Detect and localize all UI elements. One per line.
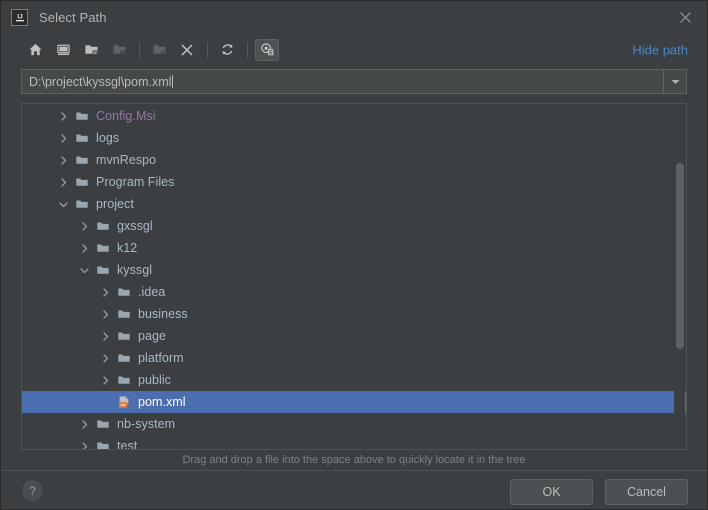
tree-row-label: page [138, 329, 167, 343]
folder-icon [114, 369, 133, 391]
desktop-button[interactable] [51, 39, 75, 61]
chevron-right-icon[interactable] [76, 215, 93, 237]
folder-icon [93, 413, 112, 435]
folder-icon [93, 215, 112, 237]
folder-icon [72, 193, 91, 215]
chevron-right-icon[interactable] [76, 237, 93, 259]
tree-row-label: public [138, 373, 171, 387]
delete-button[interactable] [175, 39, 199, 61]
home-button[interactable] [23, 39, 47, 61]
folder-icon [114, 303, 133, 325]
tree-row[interactable]: gxssgl [22, 215, 686, 237]
folder-icon [93, 237, 112, 259]
tree-row-label: business [138, 307, 188, 321]
tree-row-label: pom.xml [138, 395, 186, 409]
tree-row-label: Config.Msi [96, 109, 156, 123]
folder-icon [114, 281, 133, 303]
chevron-right-icon[interactable] [55, 171, 72, 193]
chevron-right-icon[interactable] [55, 149, 72, 171]
tree-scrollbar-thumb[interactable] [676, 163, 684, 349]
close-icon[interactable] [663, 1, 707, 33]
tree-row-label: k12 [117, 241, 138, 255]
cancel-button[interactable]: Cancel [605, 479, 688, 505]
toolbar-separator-1 [139, 41, 140, 58]
tree-row[interactable]: platform [22, 347, 686, 369]
tree-row[interactable]: Program Files [22, 171, 686, 193]
tree-row-label: project [96, 197, 134, 211]
tree-row[interactable]: kyssgl [22, 259, 686, 281]
tree-row[interactable]: business [22, 303, 686, 325]
chevron-right-icon[interactable] [97, 347, 114, 369]
file-tree-panel[interactable]: Config.Msi logs mvnRespo Program Files proje… [21, 103, 687, 450]
show-hidden-files-button[interactable] [255, 38, 279, 61]
new-folder-button [147, 39, 171, 61]
tree-row[interactable]: k12 [22, 237, 686, 259]
svg-text:IJ: IJ [17, 14, 23, 21]
folder-icon [93, 259, 112, 281]
hide-path-link[interactable]: Hide path [632, 42, 688, 57]
tree-row-label: mvnRespo [96, 153, 157, 167]
chevron-right-icon[interactable] [55, 105, 72, 127]
chevron-right-icon[interactable] [55, 127, 72, 149]
project-dir-button[interactable] [79, 39, 103, 61]
tree-scrollbar[interactable] [674, 105, 685, 448]
tree-row-label: kyssgl [117, 263, 153, 277]
dialog-footer: ? OK Cancel [1, 470, 707, 509]
svg-text:<>: <> [120, 403, 126, 409]
tree-row-label: Program Files [96, 175, 175, 189]
tree-row[interactable]: logs [22, 127, 686, 149]
chevron-right-icon[interactable] [97, 303, 114, 325]
chevron-right-icon[interactable] [97, 325, 114, 347]
help-button[interactable]: ? [22, 480, 43, 501]
tree-row[interactable]: page [22, 325, 686, 347]
folder-icon [72, 105, 91, 127]
text-caret [172, 74, 174, 88]
chevron-right-icon[interactable] [76, 413, 93, 435]
tree-row[interactable]: <> pom.xml [22, 391, 686, 413]
chevron-right-icon[interactable] [76, 435, 93, 449]
path-combobox[interactable]: D:\project\kyssgl\pom.xml [21, 69, 687, 94]
folder-icon [72, 149, 91, 171]
module-dir-button [107, 39, 131, 61]
drag-drop-hint: Drag and drop a file into the space abov… [182, 454, 526, 466]
tree-row[interactable]: project [22, 193, 686, 215]
toolbar-separator-2 [207, 41, 208, 58]
path-input-value: D:\project\kyssgl\pom.xml [29, 74, 172, 89]
folder-icon [114, 325, 133, 347]
tree-row-label: .idea [138, 285, 166, 299]
chevron-right-icon[interactable] [97, 281, 114, 303]
chevron-down-icon[interactable] [55, 193, 72, 215]
tree-row-label: nb-system [117, 417, 176, 431]
dialog-toolbar: Hide path [1, 33, 707, 66]
maven-xml-icon: <> [114, 391, 133, 413]
select-path-dialog: IJ Select Path Hide path D:\project\kyss… [0, 0, 708, 510]
path-input[interactable]: D:\project\kyssgl\pom.xml [22, 74, 663, 89]
tree-twisty-placeholder [97, 391, 114, 413]
file-tree[interactable]: Config.Msi logs mvnRespo Program Files proje… [22, 104, 686, 450]
tree-row-label: platform [138, 351, 184, 365]
folder-icon [93, 435, 112, 449]
chevron-down-icon[interactable] [663, 70, 686, 93]
toolbar-separator-3 [247, 41, 248, 58]
tree-row-label: test [117, 439, 138, 450]
folder-icon [72, 171, 91, 193]
chevron-right-icon[interactable] [97, 369, 114, 391]
tree-row[interactable]: nb-system [22, 413, 686, 435]
dialog-title: Select Path [39, 9, 107, 25]
path-row: D:\project\kyssgl\pom.xml [1, 66, 707, 97]
tree-row[interactable]: mvnRespo [22, 149, 686, 171]
refresh-button[interactable] [215, 39, 239, 61]
ok-button[interactable]: OK [510, 479, 593, 505]
tree-row-label: gxssgl [117, 219, 153, 233]
chevron-down-icon[interactable] [76, 259, 93, 281]
tree-row[interactable]: .idea [22, 281, 686, 303]
tree-row-label: logs [96, 131, 120, 145]
folder-icon [114, 347, 133, 369]
tree-row[interactable]: public [22, 369, 686, 391]
dialog-titlebar: IJ Select Path [1, 1, 707, 33]
tree-row[interactable]: test [22, 435, 686, 450]
tree-row[interactable]: Config.Msi [22, 105, 686, 127]
intellij-idea-logo-icon: IJ [11, 8, 28, 26]
folder-icon [72, 127, 91, 149]
